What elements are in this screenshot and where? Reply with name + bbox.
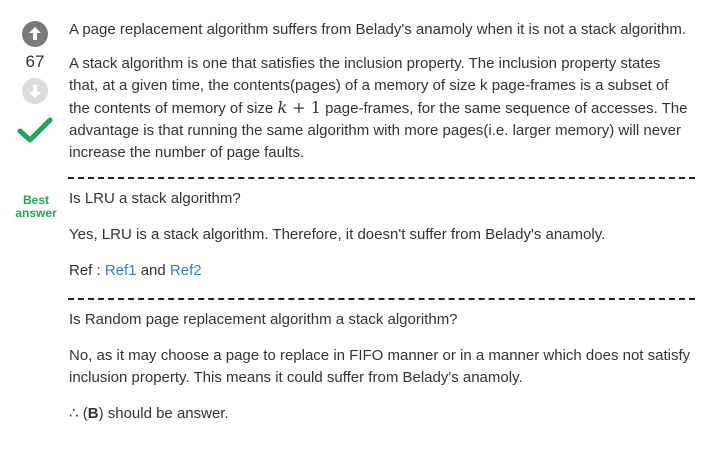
- math-expression: k + 1: [277, 98, 320, 117]
- ref2-link[interactable]: Ref2: [170, 262, 202, 279]
- best-answer-badge: Best answer: [10, 194, 62, 220]
- answer-lru: Yes, LRU is a stack algorithm. Therefore…: [69, 226, 606, 243]
- conclusion-line: ∴ (B) should be answer.: [69, 403, 691, 425]
- vote-count: 67: [25, 52, 45, 71]
- arrow-down-circle-icon[interactable]: [21, 77, 49, 105]
- best-answer-line2: answer: [15, 206, 57, 220]
- arrow-up-circle-icon[interactable]: [21, 20, 49, 48]
- answer-paragraph-2: A stack algorithm is one that satisfies …: [69, 53, 691, 164]
- references-line: Ref : Ref1 and Ref2: [69, 260, 691, 282]
- conclusion-option: B: [87, 405, 99, 422]
- ref-label: Ref :: [69, 262, 105, 279]
- question-random: Is Random page replacement algorithm a s…: [69, 311, 458, 328]
- answer-random: No, as it may choose a page to replace i…: [69, 347, 691, 386]
- answer-paragraph-1: A page replacement algorithm suffers fro…: [69, 21, 687, 38]
- conclusion-prefix: ∴ (: [69, 405, 88, 422]
- dashed-divider-2: [68, 298, 695, 300]
- vote-column: 67: [13, 20, 57, 147]
- dashed-divider-1: [68, 177, 695, 179]
- checkmark-icon[interactable]: [15, 113, 55, 147]
- conclusion-suffix: ) should be answer.: [98, 405, 229, 422]
- answer-content: A page replacement algorithm suffers fro…: [68, 19, 695, 425]
- math-variable-k: k: [277, 98, 288, 117]
- ref-and-text: and: [136, 262, 170, 279]
- ref1-link[interactable]: Ref1: [105, 262, 137, 279]
- answer-block: 67 Best answer A page replacement algori…: [0, 0, 714, 450]
- question-lru: Is LRU a stack algorithm?: [69, 190, 241, 207]
- math-plus-one: + 1: [287, 98, 321, 117]
